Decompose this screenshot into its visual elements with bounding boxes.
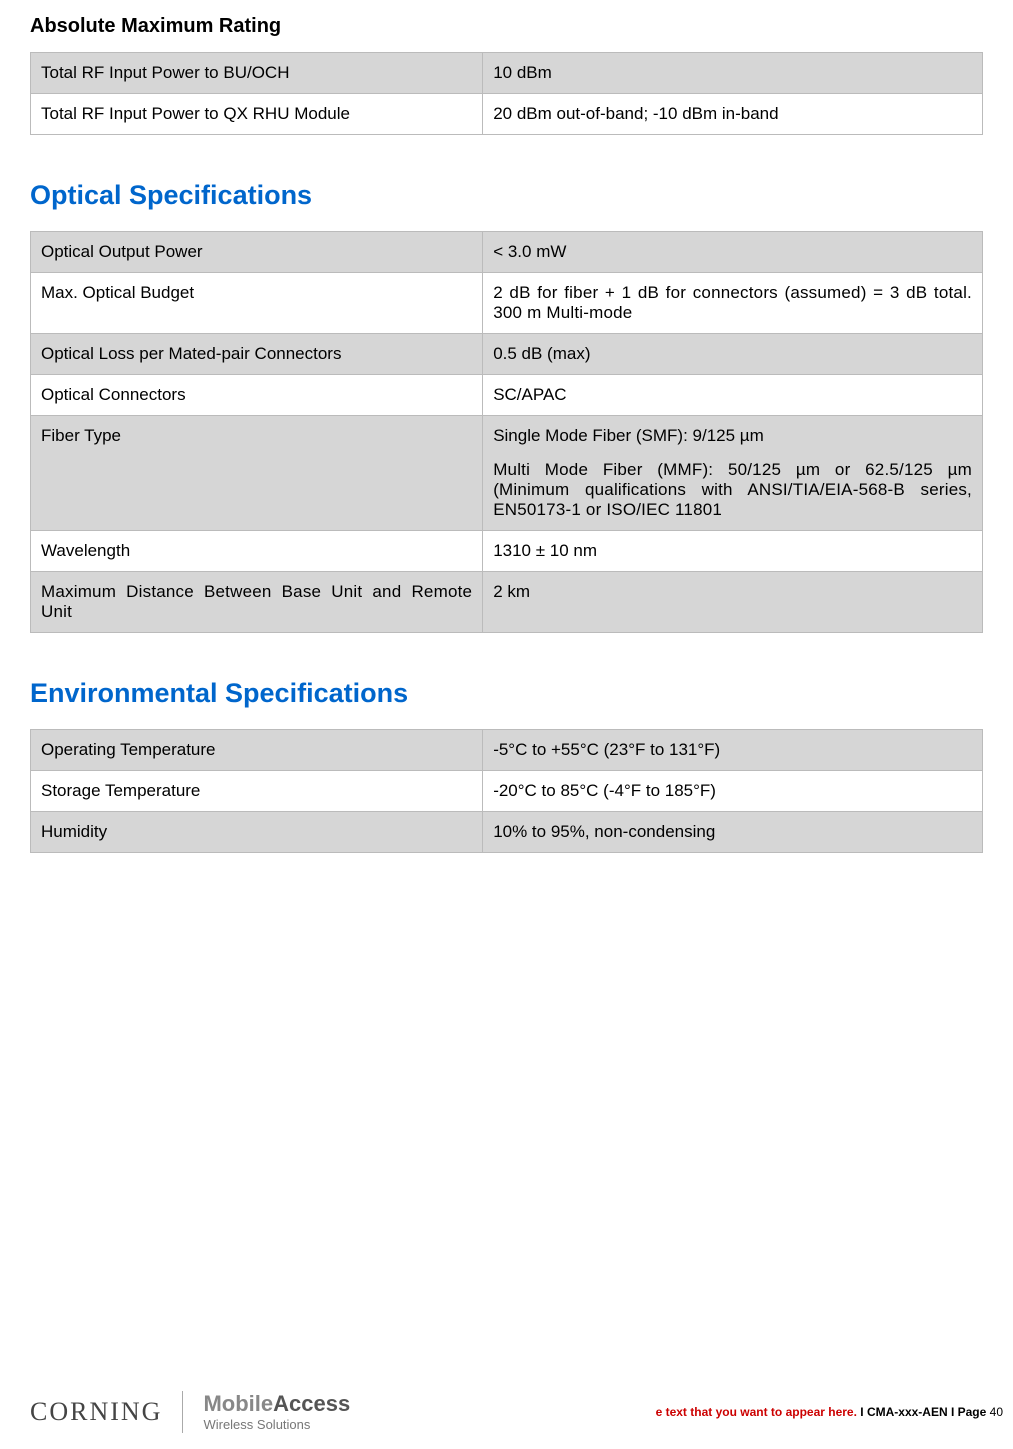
page-footer: CORNING MobileAccess Wireless Solutions … <box>30 1391 1003 1433</box>
footer-placeholder-text: e text that you want to appear here. <box>656 1405 857 1419</box>
footer-doc-ref: I CMA-xxx-AEN I Page <box>857 1405 990 1419</box>
table-row: Optical Output Power < 3.0 mW <box>31 232 983 273</box>
param-value: 10 dBm <box>483 53 983 94</box>
wireless-solutions-subtitle: Wireless Solutions <box>203 1418 350 1432</box>
param-value: 2 km <box>483 572 983 633</box>
param-label: Wavelength <box>31 531 483 572</box>
access-word: Access <box>273 1391 350 1416</box>
table-row: Total RF Input Power to QX RHU Module 20… <box>31 94 983 135</box>
mobileaccess-logo: MobileAccess Wireless Solutions <box>203 1392 350 1432</box>
table-row: Operating Temperature -5°C to +55°C (23°… <box>31 730 983 771</box>
param-label: Maximum Distance Between Base Unit and R… <box>31 572 483 633</box>
param-label: Storage Temperature <box>31 771 483 812</box>
abs-max-table: Total RF Input Power to BU/OCH 10 dBm To… <box>30 52 983 135</box>
param-value: 20 dBm out-of-band; -10 dBm in-band <box>483 94 983 135</box>
table-row: Total RF Input Power to BU/OCH 10 dBm <box>31 53 983 94</box>
param-value: SC/APAC <box>483 375 983 416</box>
table-row: Max. Optical Budget 2 dB for fiber + 1 d… <box>31 273 983 334</box>
param-value: 2 dB for fiber + 1 dB for connectors (as… <box>483 273 983 334</box>
page-number: 40 <box>990 1405 1003 1419</box>
section-heading-env: Environmental Specifications <box>30 678 983 709</box>
param-label: Total RF Input Power to BU/OCH <box>31 53 483 94</box>
fiber-type-smf: Single Mode Fiber (SMF): 9/125 µm <box>493 426 972 446</box>
param-value: -5°C to +55°C (23°F to 131°F) <box>483 730 983 771</box>
param-label: Optical Loss per Mated-pair Connectors <box>31 334 483 375</box>
table-row: Fiber Type Single Mode Fiber (SMF): 9/12… <box>31 416 983 531</box>
param-label: Total RF Input Power to QX RHU Module <box>31 94 483 135</box>
param-value: < 3.0 mW <box>483 232 983 273</box>
table-row: Optical Loss per Mated-pair Connectors 0… <box>31 334 983 375</box>
table-row: Wavelength 1310 ± 10 nm <box>31 531 983 572</box>
logo-group: CORNING MobileAccess Wireless Solutions <box>30 1391 350 1433</box>
param-value: -20°C to 85°C (-4°F to 185°F) <box>483 771 983 812</box>
logo-divider <box>182 1391 183 1433</box>
param-value: Single Mode Fiber (SMF): 9/125 µm Multi … <box>483 416 983 531</box>
param-value: 10% to 95%, non-condensing <box>483 812 983 853</box>
section-heading-optical: Optical Specifications <box>30 180 983 211</box>
param-label: Max. Optical Budget <box>31 273 483 334</box>
param-value: 1310 ± 10 nm <box>483 531 983 572</box>
mobileaccess-text: MobileAccess <box>203 1392 350 1416</box>
param-label: Optical Connectors <box>31 375 483 416</box>
env-table: Operating Temperature -5°C to +55°C (23°… <box>30 729 983 853</box>
optical-table: Optical Output Power < 3.0 mW Max. Optic… <box>30 231 983 633</box>
fiber-type-mmf: Multi Mode Fiber (MMF): 50/125 µm or 62.… <box>493 460 972 520</box>
param-label: Operating Temperature <box>31 730 483 771</box>
param-label: Optical Output Power <box>31 232 483 273</box>
table-row: Storage Temperature -20°C to 85°C (-4°F … <box>31 771 983 812</box>
mobile-word: Mobile <box>203 1391 273 1416</box>
footer-text: e text that you want to appear here. I C… <box>656 1405 1003 1419</box>
param-value: 0.5 dB (max) <box>483 334 983 375</box>
table-row: Optical Connectors SC/APAC <box>31 375 983 416</box>
corning-logo: CORNING <box>30 1397 162 1427</box>
param-label: Fiber Type <box>31 416 483 531</box>
section-heading-abs-max: Absolute Maximum Rating <box>30 15 983 38</box>
table-row: Humidity 10% to 95%, non-condensing <box>31 812 983 853</box>
param-label: Humidity <box>31 812 483 853</box>
table-row: Maximum Distance Between Base Unit and R… <box>31 572 983 633</box>
